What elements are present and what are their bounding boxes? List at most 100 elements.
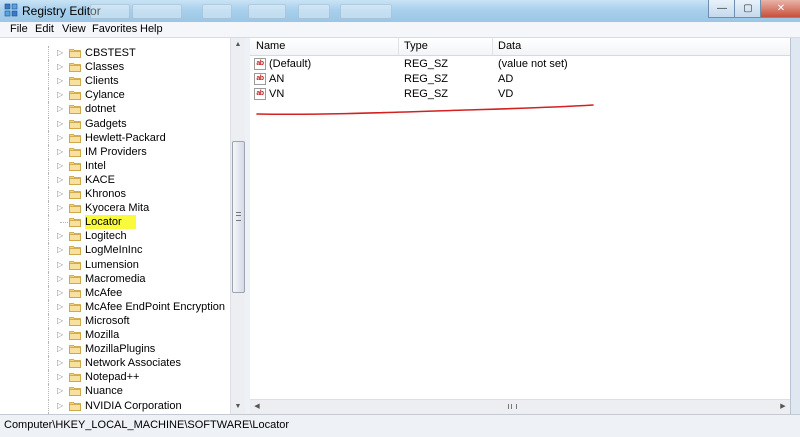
tree-item[interactable]: ▷ Clients <box>0 74 230 89</box>
expand-arrow-icon[interactable]: ▷ <box>57 161 63 170</box>
expand-arrow-icon[interactable]: ▷ <box>57 344 63 353</box>
menu-favorites[interactable]: Favorites <box>92 23 137 35</box>
tree-item[interactable]: ▷ Microsoft <box>0 313 230 328</box>
tree-item[interactable]: ▷ IM Providers <box>0 144 230 159</box>
expand-arrow-icon[interactable]: ▷ <box>57 76 63 85</box>
value-type: REG_SZ <box>404 73 449 85</box>
menu-file[interactable]: File <box>10 23 28 35</box>
tree-item[interactable]: ▷ Mozilla <box>0 328 230 342</box>
expand-arrow-icon[interactable]: ▷ <box>57 330 63 339</box>
values-list[interactable]: Name Type Data ab (Default) REG_SZ (value n… <box>250 38 800 414</box>
menu-edit[interactable]: Edit <box>35 23 54 35</box>
expand-arrow-icon[interactable]: ▷ <box>57 203 63 212</box>
tree-item[interactable]: ▷ KACE <box>0 172 230 187</box>
minimize-button[interactable]: — <box>708 0 736 18</box>
tree-item[interactable]: ▷ McAfee EndPoint Encryption <box>0 299 230 314</box>
tree-guide-line <box>48 102 50 117</box>
tree-item[interactable]: ▷ McAfee <box>0 285 230 300</box>
expand-arrow-icon[interactable]: ▷ <box>57 48 63 57</box>
expand-arrow-icon[interactable]: ▷ <box>57 62 63 71</box>
expand-arrow-icon[interactable]: ▷ <box>57 90 63 99</box>
tree-guide-line <box>48 384 50 399</box>
list-header: Name Type Data <box>250 38 800 56</box>
folder-icon <box>69 274 81 284</box>
column-type[interactable]: Type <box>404 40 428 52</box>
tree-item[interactable]: ▷ Cylance <box>0 88 230 103</box>
expand-arrow-icon[interactable]: ▷ <box>57 147 63 156</box>
folder-icon <box>69 246 81 256</box>
tree-item[interactable]: ▷ LogMeInInc <box>0 243 230 258</box>
scroll-down-button[interactable]: ▼ <box>231 400 245 414</box>
expand-arrow-icon[interactable]: ▷ <box>57 133 63 142</box>
column-data[interactable]: Data <box>498 40 521 52</box>
expand-arrow-icon[interactable]: ▷ <box>57 386 63 395</box>
tree-item[interactable]: ▷ Logitech <box>0 229 230 244</box>
expand-arrow-icon[interactable]: ▷ <box>57 302 63 311</box>
grip-icon <box>236 212 241 221</box>
tree-item-label: dotnet <box>85 103 116 116</box>
close-button[interactable]: ✕ <box>760 0 800 18</box>
maximize-button[interactable]: ▢ <box>734 0 762 18</box>
expand-arrow-icon[interactable]: ▷ <box>57 189 63 198</box>
tree-item-label: Nuance <box>85 385 123 398</box>
menu-view[interactable]: View <box>62 23 86 35</box>
tree-item-label: Notepad++ <box>85 371 140 384</box>
tree-item-label: LogMeInInc <box>85 244 143 257</box>
tree-item[interactable]: ▷ Hewlett-Packard <box>0 130 230 145</box>
tree-item-label: McAfee <box>85 286 123 299</box>
menu-help[interactable]: Help <box>140 23 163 35</box>
registry-tree[interactable]: ▷ CBSTEST ▷ Classes ▷ Clients ▷ Cylance ▷ dotnet ▷… <box>0 38 246 414</box>
list-horizontal-scrollbar[interactable]: ◀ ▶ <box>250 399 790 414</box>
column-divider[interactable] <box>398 38 399 55</box>
expand-arrow-icon[interactable]: ▷ <box>57 104 63 113</box>
expand-arrow-icon[interactable]: ▷ <box>57 274 63 283</box>
tree-item[interactable]: ▷ dotnet <box>0 102 230 117</box>
expand-arrow-icon[interactable]: ▷ <box>57 245 63 254</box>
expand-arrow-icon[interactable]: ▷ <box>57 372 63 381</box>
expand-arrow-icon[interactable]: ▷ <box>57 288 63 297</box>
tree-item[interactable]: ▷ MozillaPlugins <box>0 342 230 357</box>
scroll-right-button[interactable]: ▶ <box>776 400 790 414</box>
column-divider[interactable] <box>492 38 493 55</box>
tree-item[interactable]: ▷ Intel <box>0 158 230 173</box>
folder-icon <box>69 77 81 87</box>
list-row-value[interactable]: ab AN REG_SZ AD <box>250 72 790 87</box>
tree-item[interactable]: ▷ Lumension <box>0 257 230 272</box>
tree-item[interactable]: Locator <box>0 215 230 230</box>
scroll-left-button[interactable]: ◀ <box>250 400 264 414</box>
tree-item[interactable]: ▷ Classes <box>0 60 230 75</box>
expand-arrow-icon[interactable]: ▷ <box>57 316 63 325</box>
arrow-right-icon: ▶ <box>780 403 786 410</box>
tree-item[interactable]: ▷ Notepad++ <box>0 370 230 385</box>
list-row-value[interactable]: ab (Default) REG_SZ (value not set) <box>250 57 790 72</box>
tree-guide-line <box>48 356 50 371</box>
expand-arrow-icon[interactable]: ▷ <box>57 401 63 410</box>
expand-arrow-icon[interactable]: ▷ <box>57 119 63 128</box>
tree-item-label: CBSTEST <box>85 47 136 59</box>
registry-editor-icon <box>4 3 18 17</box>
folder-icon <box>69 105 81 115</box>
folder-icon <box>69 176 81 185</box>
title-bar[interactable]: Registry Editor — ▢ ✕ <box>0 0 800 23</box>
tree-vertical-scrollbar[interactable]: ▲ ▼ <box>230 38 245 414</box>
folder-icon <box>69 232 81 242</box>
tree-guide-line <box>48 342 50 357</box>
status-bar: Computer\HKEY_LOCAL_MACHINE\SOFTWARE\Loc… <box>0 414 800 437</box>
tree-item-label: Hewlett-Packard <box>85 131 166 144</box>
tree-item[interactable]: ▷ Nuance <box>0 384 230 399</box>
folder-icon <box>69 401 81 411</box>
tree-item[interactable]: ▷ Gadgets <box>0 116 230 131</box>
expand-arrow-icon[interactable]: ▷ <box>57 175 63 184</box>
expand-arrow-icon[interactable]: ▷ <box>57 358 63 367</box>
expand-arrow-icon[interactable]: ▷ <box>57 260 63 269</box>
tree-item[interactable]: ▷ NVIDIA Corporation <box>0 398 230 413</box>
column-name[interactable]: Name <box>256 40 285 52</box>
tree-item[interactable]: ▷ Macromedia <box>0 271 230 286</box>
tree-item[interactable]: ▷ Khronos <box>0 187 230 201</box>
tree-item[interactable]: ▷ Kyocera Mita <box>0 201 230 216</box>
scroll-thumb[interactable] <box>232 141 245 293</box>
scroll-up-button[interactable]: ▲ <box>231 38 245 52</box>
tree-item[interactable]: ▷ Network Associates <box>0 356 230 371</box>
tree-item[interactable]: ▷ CBSTEST <box>0 46 230 60</box>
expand-arrow-icon[interactable]: ▷ <box>57 231 63 240</box>
